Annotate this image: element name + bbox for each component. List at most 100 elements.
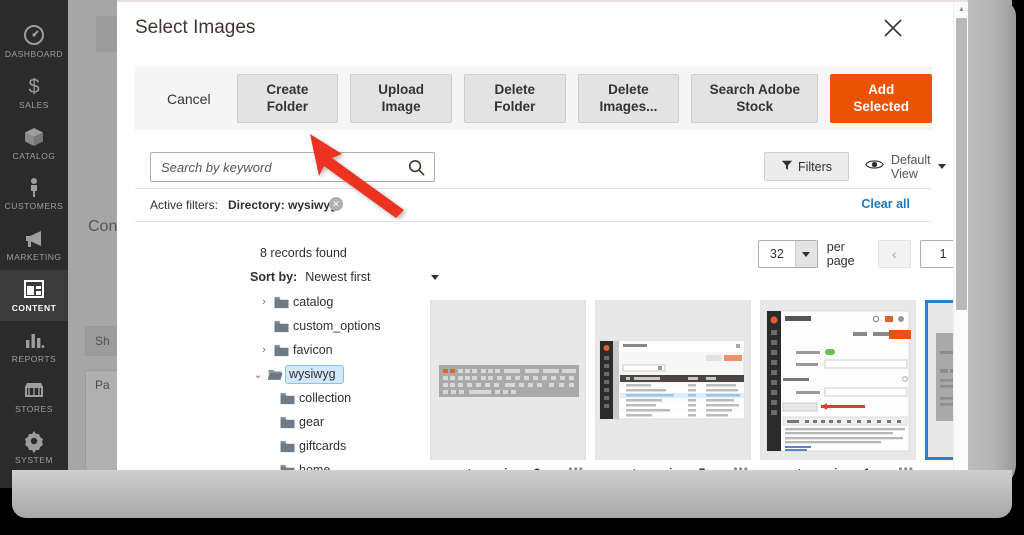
sidebar-label: SYSTEM [15,455,53,466]
sidebar-label: CUSTOMERS [4,201,64,212]
per-page-select[interactable]: 32 [758,240,818,268]
sidebar-item-content[interactable]: CONTENT [0,269,68,321]
sidebar-label: STORES [15,404,53,415]
tree-item-label: custom_options [293,319,381,333]
chevron-right-icon[interactable]: › [258,296,270,308]
sidebar-item-catalog[interactable]: CATALOG [0,118,68,169]
tree-item-collection[interactable]: collection [250,386,425,410]
select-images-modal: Select Images Cancel Create Folder Uploa… [117,0,968,488]
sidebar-item-customers[interactable]: CUSTOMERS [0,168,68,219]
megaphone-icon [22,226,46,250]
sidebar-label: DASHBOARD [4,49,64,59]
sort-by-control[interactable]: Sort by: Newest first [250,270,439,284]
device-right-edge [968,0,1016,490]
tree-item-catalog[interactable]: › catalog [250,290,425,314]
layout-icon [22,277,46,301]
tree-item-favicon[interactable]: › favicon [250,338,425,362]
admin-sidebar: DASHBOARD $ SALES CATALOG CUSTOMERS MARK… [0,0,68,488]
folder-icon [280,416,295,429]
upload-image-button[interactable]: Upload Image [350,74,452,123]
image-grid: magento-wysiwyg-2 PNG • 550x112 ••• [430,300,968,488]
sidebar-item-stores[interactable]: STORES [0,371,68,422]
cancel-button[interactable]: Cancel [153,91,225,107]
per-page-label: per page [826,240,855,268]
screenshot-root: DASHBOARD $ SALES CATALOG CUSTOMERS MARK… [0,0,1024,535]
folder-icon [280,440,295,453]
search-adobe-stock-button[interactable]: Search Adobe Stock [691,74,819,123]
folder-icon [274,320,289,333]
tree-item-wysiwyg[interactable]: ⌄ wysiwyg [250,362,425,386]
page-title: Select Images [135,17,256,38]
image-card[interactable]: magento-wysiwyg-7 PNG • 1920x969 ••• [595,300,751,488]
tree-item-label: giftcards [299,439,347,453]
device-base [12,470,1012,518]
tree-item-label: wysiwyg [285,364,344,384]
chevron-right-icon[interactable]: › [258,344,270,356]
folder-icon [274,344,289,357]
sort-by-label: Sort by: [250,270,298,284]
sidebar-label: CONTENT [11,302,57,313]
tree-item-label: catalog [293,295,334,309]
sidebar-item-system[interactable]: SYSTEM [0,422,68,473]
tree-item-giftcards[interactable]: giftcards [250,434,425,458]
records-found-label: 8 records found [260,246,347,260]
modal-header: Select Images [117,2,968,67]
storefront-icon [22,378,46,402]
clear-all-link[interactable]: Clear all [861,197,910,211]
device-screen: DASHBOARD $ SALES CATALOG CUSTOMERS MARK… [0,0,1012,488]
scroll-up-icon[interactable]: ▲ [954,2,968,17]
create-folder-button[interactable]: Create Folder [236,74,339,123]
tree-item-custom-options[interactable]: › custom_options [250,314,425,338]
view-switcher-label: Default View [891,152,931,181]
chevron-down-icon[interactable]: ⌄ [252,368,264,381]
active-filter-chip: Directory: wysiwyg [228,198,338,212]
image-card[interactable]: magento-wysiwyg-2 PNG • 550x112 ••• [430,300,586,488]
gauge-icon [22,23,46,47]
image-thumbnail[interactable] [430,300,586,460]
person-icon [22,175,46,199]
modal-scrollbar[interactable]: ▲ ▼ [953,2,968,488]
previous-page-button[interactable]: ‹ [877,240,912,268]
sidebar-item-sales[interactable]: $ SALES [0,67,68,118]
image-thumbnail[interactable] [595,300,751,460]
add-selected-button[interactable]: Add Selected [830,74,933,123]
close-icon[interactable] [880,15,906,41]
background-panel-page-label: Pa [95,378,110,392]
pagination-controls: 32 per page ‹ of 1 › [758,240,968,268]
tree-item-label: gear [299,415,325,429]
sidebar-item-dashboard[interactable]: DASHBOARD [0,16,68,67]
sidebar-label: REPORTS [11,353,57,364]
background-page-title: Con [88,218,118,235]
thumbnail-preview-form [761,301,915,459]
svg-text:$: $ [28,76,39,98]
delete-folder-button[interactable]: Delete Folder [463,74,566,123]
folder-tree: › catalog › custom_options › favicon ⌄ [250,290,425,488]
image-card[interactable]: magento-wysiwyg-1 PNG • 1041x910 ••• [760,300,916,488]
thumbnail-preview-toolbar [431,301,585,459]
filters-button-label: Filters [797,159,833,174]
bar-chart-icon [22,328,46,352]
search-input[interactable] [161,153,396,181]
delete-images-button[interactable]: Delete Images... [577,74,680,123]
tree-item-gear[interactable]: gear [250,410,425,434]
remove-filter-icon[interactable]: ✕ [329,197,343,211]
funnel-icon [781,159,793,174]
sidebar-label: CATALOG [12,150,56,161]
filters-button[interactable]: Filters [764,152,849,181]
sidebar-item-marketing[interactable]: MARKETING [0,219,68,270]
sort-by-value: Newest first [305,270,371,284]
folder-open-icon [267,368,283,381]
tree-item-label: collection [299,391,352,405]
dollar-icon: $ [22,74,46,98]
sidebar-label: SALES [19,99,49,110]
search-icon[interactable] [407,158,426,177]
gear-icon [22,429,46,454]
chevron-down-icon [937,164,946,169]
scrollbar-thumb[interactable] [956,18,967,310]
folder-icon [280,392,295,405]
eye-icon [865,158,884,176]
view-switcher[interactable]: Default View [865,152,946,181]
search-box [150,152,435,182]
sidebar-item-reports[interactable]: REPORTS [0,321,68,372]
image-thumbnail[interactable] [760,300,916,460]
